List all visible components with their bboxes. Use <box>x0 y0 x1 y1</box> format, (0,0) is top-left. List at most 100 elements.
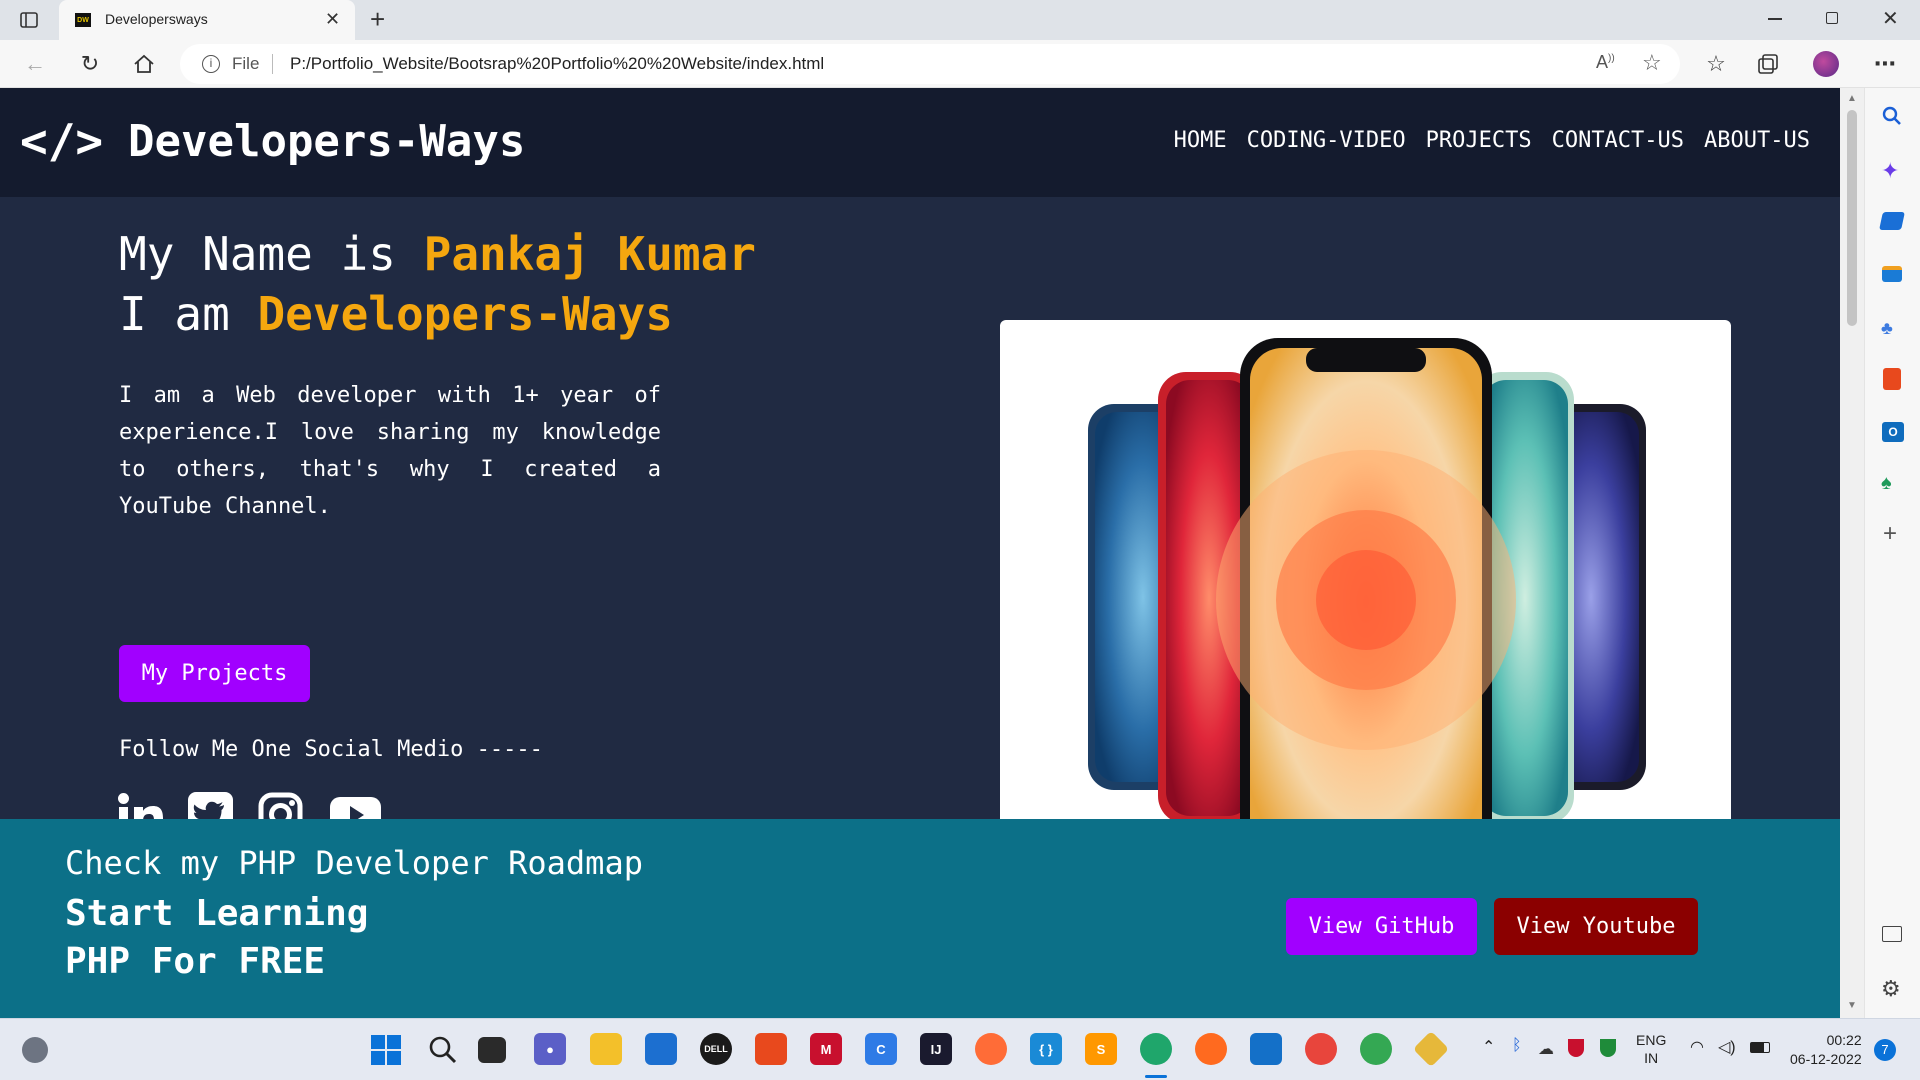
sidebar-shopping-icon[interactable] <box>1879 212 1905 230</box>
address-prefix: File <box>232 54 260 73</box>
promo-section: Check my PHP Developer Roadmap Start Lea… <box>0 819 1840 1018</box>
nav-coding-video[interactable]: CODING-VIDEO <box>1247 128 1406 153</box>
collections-icon[interactable] <box>1756 52 1780 76</box>
bluetooth-icon[interactable]: ᛒ <box>1512 1037 1522 1055</box>
code-editor-icon[interactable]: C <box>865 1033 897 1065</box>
sidebar-search-icon[interactable] <box>1882 106 1902 126</box>
read-aloud-icon[interactable]: A)) <box>1596 52 1615 73</box>
firefox-icon[interactable] <box>1195 1033 1227 1065</box>
profile-avatar[interactable] <box>1813 51 1839 77</box>
logo-symbol[interactable]: </> <box>20 114 103 168</box>
sidebar-collapse-icon[interactable] <box>1882 926 1902 942</box>
brand-name[interactable]: Developers-Ways <box>128 116 525 167</box>
scroll-up-arrow[interactable]: ▲ <box>1847 93 1857 104</box>
favorites-icon[interactable]: ☆ <box>1702 50 1730 78</box>
search-icon[interactable] <box>428 1035 458 1065</box>
close-window-icon[interactable]: ✕ <box>1882 6 1899 31</box>
hero-heading-line1: My Name is Pankaj Kumar <box>119 227 756 281</box>
sublime-icon[interactable]: S <box>1085 1033 1117 1065</box>
sidebar-outlook-icon[interactable]: O <box>1882 422 1904 442</box>
edge-active-indicator <box>1145 1075 1167 1078</box>
nav-about-us[interactable]: ABOUT-US <box>1704 128 1810 153</box>
vscode-icon[interactable]: { } <box>1030 1033 1062 1065</box>
hero-section: My Name is Pankaj Kumar I am Developers-… <box>0 197 1840 871</box>
browser-toolbar: ← ↻ i File P:/Portfolio_Website/Bootsrap… <box>0 40 1920 88</box>
info-icon[interactable]: i <box>202 55 220 73</box>
home-icon[interactable] <box>131 52 157 76</box>
postman-icon[interactable] <box>975 1033 1007 1065</box>
chrome-profile-icon[interactable] <box>1360 1033 1392 1065</box>
dell-icon[interactable]: DELL <box>700 1033 732 1065</box>
iphone-lineup-image <box>1088 338 1646 866</box>
nav-projects[interactable]: PROJECTS <box>1426 128 1532 153</box>
sidebar-games-icon[interactable]: ♣ <box>1881 318 1893 339</box>
restore-icon[interactable] <box>1826 12 1838 24</box>
wifi-icon[interactable]: ◠ <box>1690 1037 1704 1057</box>
page-scrollbar[interactable]: ▲ ▼ <box>1840 88 1864 1018</box>
widgets-icon[interactable] <box>22 1037 48 1063</box>
nav-contact-us[interactable]: CONTACT-US <box>1552 128 1684 153</box>
sidebar-settings-icon[interactable]: ⚙ <box>1881 976 1901 1002</box>
security-tray-icon[interactable] <box>1600 1039 1616 1057</box>
promo-line3: PHP For FREE <box>65 941 326 982</box>
language-top: ENG <box>1636 1032 1667 1048</box>
favorite-star-icon[interactable]: ☆ <box>1642 50 1662 76</box>
tab-actions-icon[interactable] <box>18 10 40 30</box>
more-options-icon[interactable]: ⋯ <box>1870 50 1900 78</box>
close-tab-icon[interactable]: ✕ <box>325 9 340 30</box>
windows-taskbar: ● DELL M C IJ { } S ⌃ ᛒ ☁ ENG IN ◠ ◁) 00… <box>0 1018 1920 1080</box>
battery-icon[interactable] <box>1750 1042 1770 1053</box>
hero-image-card <box>1000 320 1731 871</box>
tab-title: Developersways <box>105 11 208 27</box>
mcafee-tray-icon[interactable] <box>1568 1039 1584 1057</box>
teams-chat-icon[interactable]: ● <box>534 1033 566 1065</box>
browser-tab[interactable]: DW Developersways ✕ <box>59 0 355 40</box>
clock-date: 06-12-2022 <box>1790 1051 1862 1067</box>
view-youtube-button[interactable]: View Youtube <box>1494 898 1698 955</box>
edge-icon[interactable] <box>1140 1033 1172 1065</box>
hero-heading-line2: I am Developers-Ways <box>119 287 673 341</box>
scroll-down-arrow[interactable]: ▼ <box>1847 1000 1857 1011</box>
view-github-button[interactable]: View GitHub <box>1286 898 1477 955</box>
clock-time: 00:22 <box>1826 1032 1862 1048</box>
browser-sidebar: ✦ ♣ O ♠ + ⚙ <box>1864 88 1920 1018</box>
clock[interactable]: 00:22 06-12-2022 <box>1790 1031 1862 1069</box>
address-divider <box>272 54 273 74</box>
hero-name-highlight: Pankaj Kumar <box>423 227 756 281</box>
notification-badge[interactable]: 7 <box>1874 1039 1896 1061</box>
intellij-icon[interactable]: IJ <box>920 1033 952 1065</box>
language-bottom: IN <box>1644 1050 1659 1066</box>
start-button[interactable] <box>371 1035 401 1065</box>
hero-heading2-prefix: I am <box>119 287 230 341</box>
sidebar-office-icon[interactable] <box>1883 368 1901 390</box>
promo-line2: Start Learning <box>65 893 369 934</box>
sidebar-add-icon[interactable]: + <box>1883 520 1897 548</box>
app-frame-icon[interactable] <box>1250 1033 1282 1065</box>
office-icon[interactable] <box>755 1033 787 1065</box>
scrollbar-thumb[interactable] <box>1847 110 1857 326</box>
sidebar-discover-icon[interactable]: ✦ <box>1881 158 1899 184</box>
promo-line1: Check my PHP Developer Roadmap <box>65 844 643 882</box>
site-navbar: </> Developers-Ways HOME CODING-VIDEO PR… <box>0 88 1840 197</box>
sidebar-tree-icon[interactable]: ♠ <box>1881 472 1892 495</box>
chrome-icon[interactable] <box>1305 1033 1337 1065</box>
tray-chevron-icon[interactable]: ⌃ <box>1482 1037 1495 1057</box>
mcafee-icon[interactable]: M <box>810 1033 842 1065</box>
address-url[interactable]: P:/Portfolio_Website/Bootsrap%20Portfoli… <box>290 54 824 74</box>
my-projects-button[interactable]: My Projects <box>119 645 310 702</box>
minimize-icon[interactable] <box>1768 18 1782 20</box>
volume-icon[interactable]: ◁) <box>1718 1037 1736 1057</box>
language-indicator[interactable]: ENG IN <box>1636 1031 1666 1067</box>
git-icon[interactable] <box>1412 1030 1450 1068</box>
ms-store-icon[interactable] <box>645 1033 677 1065</box>
back-icon[interactable]: ← <box>22 51 48 76</box>
task-view-icon[interactable] <box>478 1037 506 1063</box>
address-bar[interactable]: i File P:/Portfolio_Website/Bootsrap%20P… <box>180 44 1680 84</box>
file-explorer-icon[interactable] <box>590 1033 622 1065</box>
sidebar-tools-icon[interactable] <box>1882 266 1902 282</box>
refresh-icon[interactable]: ↻ <box>77 51 103 76</box>
new-tab-button[interactable]: + <box>370 4 385 35</box>
onedrive-icon[interactable]: ☁ <box>1538 1039 1554 1059</box>
hero-brand-highlight: Developers-Ways <box>257 287 673 341</box>
nav-home[interactable]: HOME <box>1174 128 1227 153</box>
